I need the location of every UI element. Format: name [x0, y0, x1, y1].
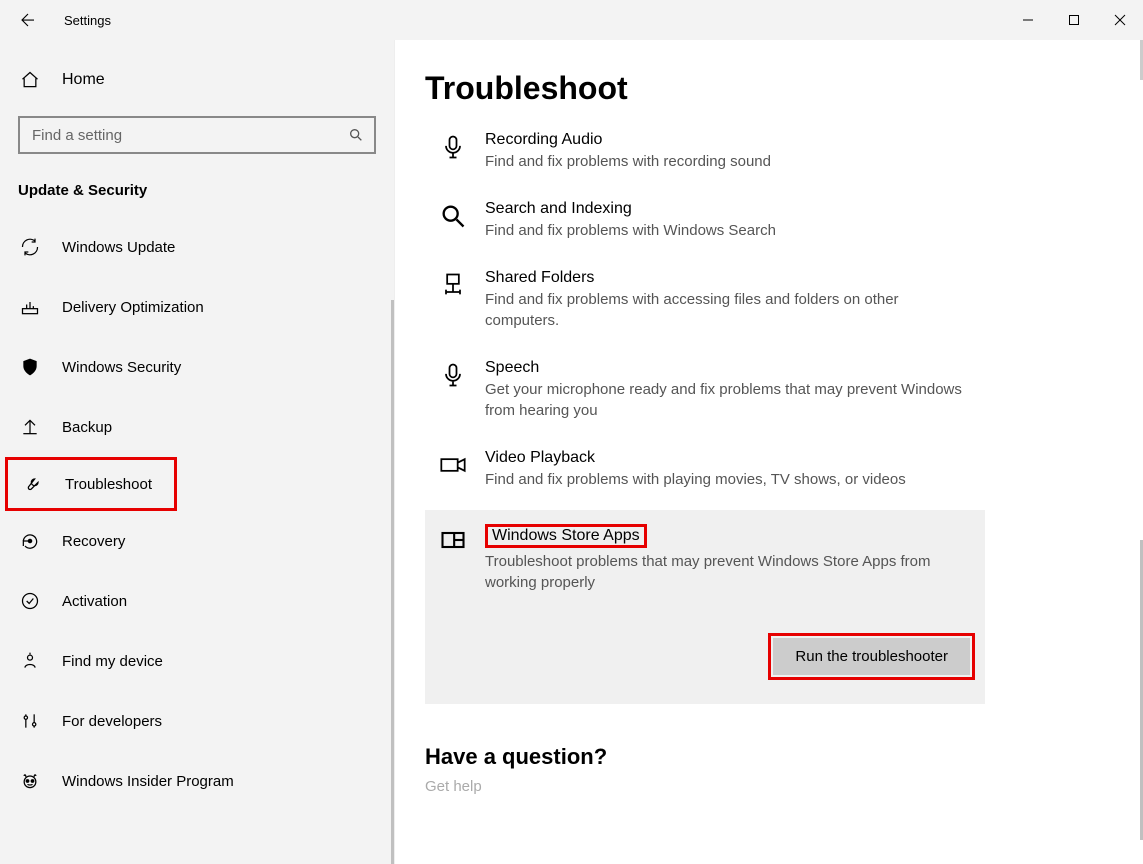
back-button[interactable]: [12, 4, 44, 36]
titlebar: Settings: [0, 0, 1143, 40]
home-icon: [18, 70, 42, 90]
highlight-box: Run the troubleshooter: [768, 633, 975, 680]
microphone-icon: [435, 359, 471, 421]
sidebar-item-label: Recovery: [62, 533, 125, 550]
sidebar-item-backup[interactable]: Backup: [0, 397, 394, 457]
sync-icon: [18, 237, 42, 257]
maximize-button[interactable]: [1051, 0, 1097, 40]
troubleshoot-item-desc: Find and fix problems with accessing fil…: [485, 289, 975, 331]
troubleshoot-item-title: Recording Audio: [485, 131, 602, 149]
troubleshoot-item-title: Shared Folders: [485, 269, 594, 287]
sidebar-item-label: For developers: [62, 713, 162, 730]
wrench-icon: [21, 474, 45, 494]
search-input[interactable]: [30, 126, 348, 145]
troubleshoot-item-shared-folders[interactable]: Shared Folders Find and fix problems wit…: [425, 255, 985, 345]
run-troubleshooter-button[interactable]: Run the troubleshooter: [773, 638, 970, 675]
troubleshoot-item-windows-store-apps[interactable]: Windows Store Apps Troubleshoot problems…: [425, 510, 985, 704]
search-icon: [348, 127, 364, 143]
troubleshoot-item-title: Video Playback: [485, 449, 595, 467]
search-box[interactable]: [18, 116, 376, 154]
sidebar-item-insider-program[interactable]: Windows Insider Program: [0, 751, 394, 811]
sidebar: Home Update & Security Windows Update: [0, 40, 395, 864]
troubleshoot-item-title: Speech: [485, 359, 539, 377]
sidebar-home-label: Home: [62, 71, 105, 89]
search-icon: [435, 200, 471, 241]
sidebar-item-windows-security[interactable]: Windows Security: [0, 337, 394, 397]
troubleshoot-item-desc: Find and fix problems with Windows Searc…: [485, 220, 776, 241]
sidebar-home[interactable]: Home: [0, 60, 394, 100]
sidebar-item-label: Find my device: [62, 653, 163, 670]
main-content: Troubleshoot Recording Audio Find and fi…: [395, 40, 1143, 864]
close-icon: [1114, 14, 1126, 26]
troubleshoot-item-recording-audio[interactable]: Recording Audio Find and fix problems wi…: [425, 117, 985, 186]
sidebar-item-for-developers[interactable]: For developers: [0, 691, 394, 751]
apps-grid-icon: [435, 524, 471, 680]
developer-icon: [18, 711, 42, 731]
close-button[interactable]: [1097, 0, 1143, 40]
locate-icon: [18, 651, 42, 671]
troubleshoot-item-desc: Get your microphone ready and fix proble…: [485, 379, 975, 421]
troubleshoot-item-video-playback[interactable]: Video Playback Find and fix problems wit…: [425, 435, 985, 504]
troubleshoot-item-speech[interactable]: Speech Get your microphone ready and fix…: [425, 345, 985, 435]
app-title: Settings: [64, 13, 111, 28]
question-heading: Have a question?: [425, 744, 1113, 770]
maximize-icon: [1068, 14, 1080, 26]
sidebar-item-windows-update[interactable]: Windows Update: [0, 217, 394, 277]
troubleshoot-item-desc: Troubleshoot problems that may prevent W…: [485, 551, 975, 593]
sidebar-item-label: Activation: [62, 593, 127, 610]
backup-icon: [18, 417, 42, 437]
video-icon: [435, 449, 471, 490]
troubleshoot-item-search-indexing[interactable]: Search and Indexing Find and fix problem…: [425, 186, 985, 255]
troubleshoot-item-desc: Find and fix problems with playing movie…: [485, 469, 906, 490]
troubleshoot-item-title: Search and Indexing: [485, 200, 632, 218]
troubleshoot-item-desc: Find and fix problems with recording sou…: [485, 151, 771, 172]
arrow-left-icon: [19, 11, 37, 29]
insider-icon: [18, 771, 42, 791]
sidebar-item-label: Windows Insider Program: [62, 773, 234, 790]
sidebar-item-label: Windows Update: [62, 239, 175, 256]
sidebar-item-troubleshoot[interactable]: Troubleshoot: [5, 457, 177, 511]
sidebar-category: Update & Security: [0, 174, 394, 217]
sidebar-item-label: Troubleshoot: [65, 476, 152, 493]
sidebar-item-find-my-device[interactable]: Find my device: [0, 631, 394, 691]
highlight-box: Windows Store Apps: [485, 524, 647, 548]
check-circle-icon: [18, 591, 42, 611]
sidebar-item-label: Delivery Optimization: [62, 299, 204, 316]
share-icon: [435, 269, 471, 331]
troubleshoot-item-title: Windows Store Apps: [492, 527, 640, 545]
optimization-icon: [18, 297, 42, 317]
sidebar-item-label: Backup: [62, 419, 112, 436]
shield-icon: [18, 357, 42, 377]
microphone-icon: [435, 131, 471, 172]
get-help-link[interactable]: Get help: [425, 778, 1113, 795]
sidebar-item-delivery-optimization[interactable]: Delivery Optimization: [0, 277, 394, 337]
minimize-button[interactable]: [1005, 0, 1051, 40]
sidebar-scrollbar[interactable]: [391, 300, 394, 864]
recovery-icon: [18, 531, 42, 551]
minimize-icon: [1022, 14, 1034, 26]
sidebar-item-label: Windows Security: [62, 359, 181, 376]
page-title: Troubleshoot: [425, 70, 1113, 107]
sidebar-item-recovery[interactable]: Recovery: [0, 511, 394, 571]
sidebar-item-activation[interactable]: Activation: [0, 571, 394, 631]
